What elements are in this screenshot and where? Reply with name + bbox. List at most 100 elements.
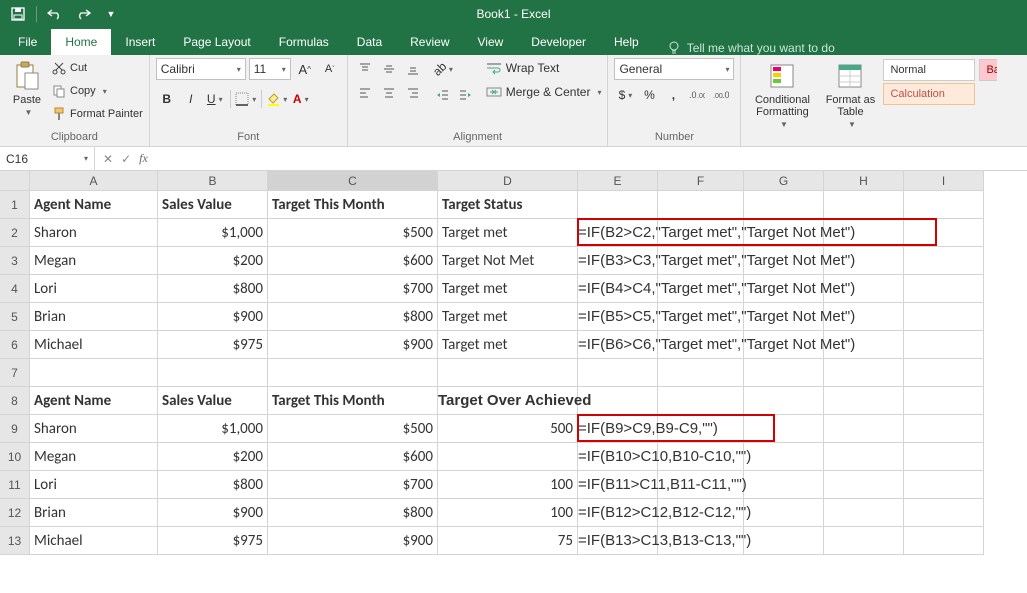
cell-G12[interactable] [744, 499, 824, 527]
cell-A8[interactable]: Agent Name [30, 387, 158, 415]
cell-B1[interactable]: Sales Value [158, 191, 268, 219]
row-header-9[interactable]: 9 [0, 415, 30, 443]
cell-G10[interactable] [744, 443, 824, 471]
cell-D4[interactable]: Target met [438, 275, 578, 303]
italic-button[interactable]: I [180, 88, 202, 110]
enter-formula-icon[interactable]: ✓ [121, 152, 131, 166]
align-right-icon[interactable] [402, 82, 424, 104]
cell-B5[interactable]: $900 [158, 303, 268, 331]
cell-B10[interactable]: $200 [158, 443, 268, 471]
row-header-4[interactable]: 4 [0, 275, 30, 303]
font-name-select[interactable]: Calibri▾ [156, 58, 246, 80]
cell-B7[interactable] [158, 359, 268, 387]
cancel-formula-icon[interactable]: ✕ [103, 152, 113, 166]
cell-H13[interactable] [824, 527, 904, 555]
cell-C13[interactable]: $900 [268, 527, 438, 555]
cell-F1[interactable] [658, 191, 744, 219]
cell-D3[interactable]: Target Not Met [438, 247, 578, 275]
cell-E12[interactable]: =IF(B12>C12,B12-C12,"") [578, 499, 658, 527]
cell-A13[interactable]: Michael [30, 527, 158, 555]
cell-I1[interactable] [904, 191, 984, 219]
cell-C11[interactable]: $700 [268, 471, 438, 499]
font-size-select[interactable]: 11▾ [249, 58, 291, 80]
cell-E3[interactable]: =IF(B3>C3,"Target met","Target Not Met") [578, 247, 658, 275]
cell-D10[interactable] [438, 443, 578, 471]
col-header-B[interactable]: B [158, 171, 268, 191]
cell-B9[interactable]: $1,000 [158, 415, 268, 443]
cell-E4[interactable]: =IF(B4>C4,"Target met","Target Not Met") [578, 275, 658, 303]
cell-C4[interactable]: $700 [268, 275, 438, 303]
cell-D6[interactable]: Target met [438, 331, 578, 359]
cell-H10[interactable] [824, 443, 904, 471]
cell-A1[interactable]: Agent Name [30, 191, 158, 219]
cell-C10[interactable]: $600 [268, 443, 438, 471]
cell-B4[interactable]: $800 [158, 275, 268, 303]
fill-color-button[interactable]: ▾ [266, 88, 288, 110]
cell-A3[interactable]: Megan [30, 247, 158, 275]
cell-A11[interactable]: Lori [30, 471, 158, 499]
cell-I6[interactable] [904, 331, 984, 359]
cell-E2[interactable]: =IF(B2>C2,"Target met","Target Not Met") [578, 219, 658, 247]
tab-view[interactable]: View [464, 29, 518, 55]
row-header-12[interactable]: 12 [0, 499, 30, 527]
cell-H12[interactable] [824, 499, 904, 527]
copy-button[interactable]: Copy▾ [52, 81, 143, 101]
cell-I5[interactable] [904, 303, 984, 331]
style-normal[interactable]: Normal [883, 59, 975, 81]
cell-H8[interactable] [824, 387, 904, 415]
row-header-1[interactable]: 1 [0, 191, 30, 219]
cell-B8[interactable]: Sales Value [158, 387, 268, 415]
row-header-7[interactable]: 7 [0, 359, 30, 387]
border-button[interactable]: ▾ [235, 88, 257, 110]
tab-insert[interactable]: Insert [111, 29, 169, 55]
increase-indent-icon[interactable] [454, 84, 476, 106]
format-as-table-button[interactable]: Format as Table▼ [821, 58, 879, 129]
cell-G1[interactable] [744, 191, 824, 219]
cell-C6[interactable]: $900 [268, 331, 438, 359]
align-center-icon[interactable] [378, 82, 400, 104]
cell-B3[interactable]: $200 [158, 247, 268, 275]
decrease-decimal-icon[interactable]: .00.0 [710, 84, 732, 106]
cell-E5[interactable]: =IF(B5>C5,"Target met","Target Not Met") [578, 303, 658, 331]
cell-I10[interactable] [904, 443, 984, 471]
tell-me-search[interactable]: Tell me what you want to do [653, 41, 849, 55]
orientation-icon[interactable]: ab▾ [432, 58, 454, 80]
qat-customize-icon[interactable]: ▼ [99, 3, 123, 25]
cell-E10[interactable]: =IF(B10>C10,B10-C10,"") [578, 443, 658, 471]
cell-H7[interactable] [824, 359, 904, 387]
cell-C5[interactable]: $800 [268, 303, 438, 331]
tab-formulas[interactable]: Formulas [265, 29, 343, 55]
comma-format-icon[interactable]: , [662, 84, 684, 106]
row-header-2[interactable]: 2 [0, 219, 30, 247]
row-header-8[interactable]: 8 [0, 387, 30, 415]
cell-F8[interactable] [658, 387, 744, 415]
tab-home[interactable]: Home [51, 29, 111, 55]
cell-I9[interactable] [904, 415, 984, 443]
cell-G7[interactable] [744, 359, 824, 387]
cell-B6[interactable]: $975 [158, 331, 268, 359]
cell-E13[interactable]: =IF(B13>C13,B13-C13,"") [578, 527, 658, 555]
tab-developer[interactable]: Developer [517, 29, 600, 55]
cell-E6[interactable]: =IF(B6>C6,"Target met","Target Not Met") [578, 331, 658, 359]
col-header-I[interactable]: I [904, 171, 984, 191]
cell-A2[interactable]: Sharon [30, 219, 158, 247]
cell-D8[interactable]: Target Over Achieved [438, 387, 578, 415]
percent-format-icon[interactable]: % [638, 84, 660, 106]
col-header-D[interactable]: D [438, 171, 578, 191]
cell-I8[interactable] [904, 387, 984, 415]
paste-button[interactable]: Paste ▼ [6, 58, 48, 117]
row-header-10[interactable]: 10 [0, 443, 30, 471]
cell-B12[interactable]: $900 [158, 499, 268, 527]
cell-D9[interactable]: 500 [438, 415, 578, 443]
row-header-3[interactable]: 3 [0, 247, 30, 275]
cell-C1[interactable]: Target This Month [268, 191, 438, 219]
col-header-G[interactable]: G [744, 171, 824, 191]
select-all-corner[interactable] [0, 171, 30, 191]
cell-C8[interactable]: Target This Month [268, 387, 438, 415]
cell-C2[interactable]: $500 [268, 219, 438, 247]
cell-I11[interactable] [904, 471, 984, 499]
tab-file[interactable]: File [4, 29, 51, 55]
cell-I13[interactable] [904, 527, 984, 555]
cell-D11[interactable]: 100 [438, 471, 578, 499]
cell-I2[interactable] [904, 219, 984, 247]
